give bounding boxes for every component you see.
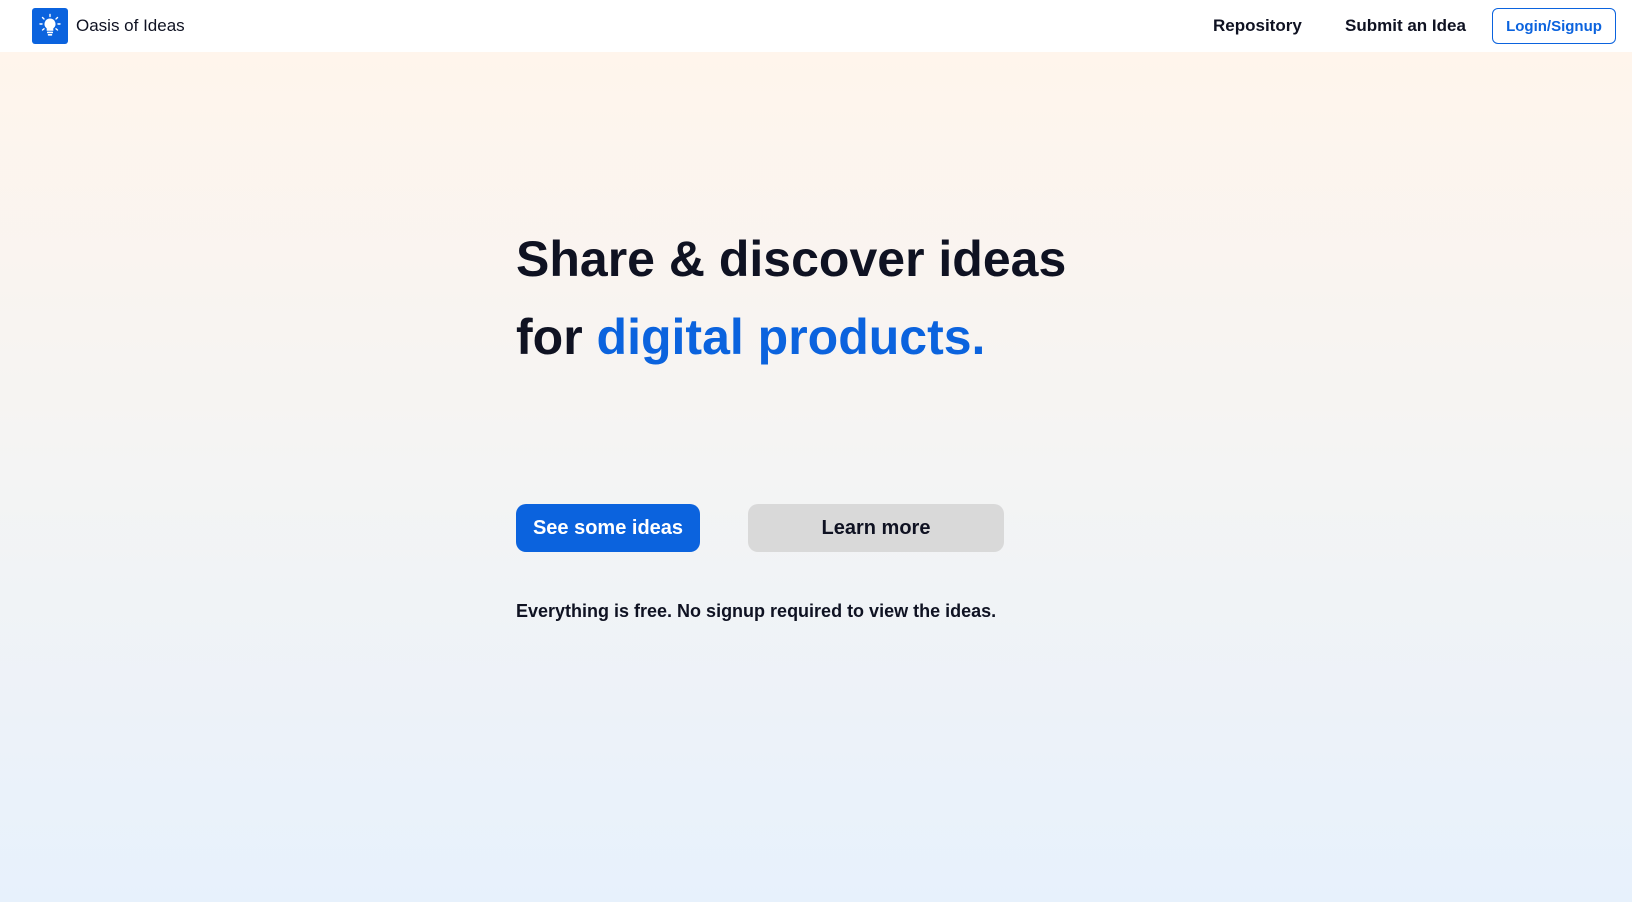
hero-headline: Share & discover ideas for digital produ… xyxy=(516,220,1066,376)
login-signup-button[interactable]: Login/Signup xyxy=(1492,8,1616,44)
lightbulb-icon xyxy=(32,8,68,44)
top-navbar: Oasis of Ideas Repository Submit an Idea… xyxy=(0,0,1632,52)
nav-submit-idea-link[interactable]: Submit an Idea xyxy=(1345,0,1466,52)
headline-accent-text: digital products. xyxy=(596,309,986,365)
brand-name: Oasis of Ideas xyxy=(76,16,185,35)
free-notice-text: Everything is free. No signup required t… xyxy=(516,601,997,621)
headline-for-text: for xyxy=(516,309,597,365)
headline-line-1: Share & discover ideas xyxy=(516,231,1067,287)
hero-section: Share & discover ideas for digital produ… xyxy=(0,52,1632,902)
learn-more-button[interactable]: Learn more xyxy=(748,504,1004,552)
brand-home-link[interactable]: Oasis of Ideas xyxy=(32,8,185,44)
see-some-ideas-button[interactable]: See some ideas xyxy=(516,504,700,552)
nav-repository-link[interactable]: Repository xyxy=(1213,0,1302,52)
